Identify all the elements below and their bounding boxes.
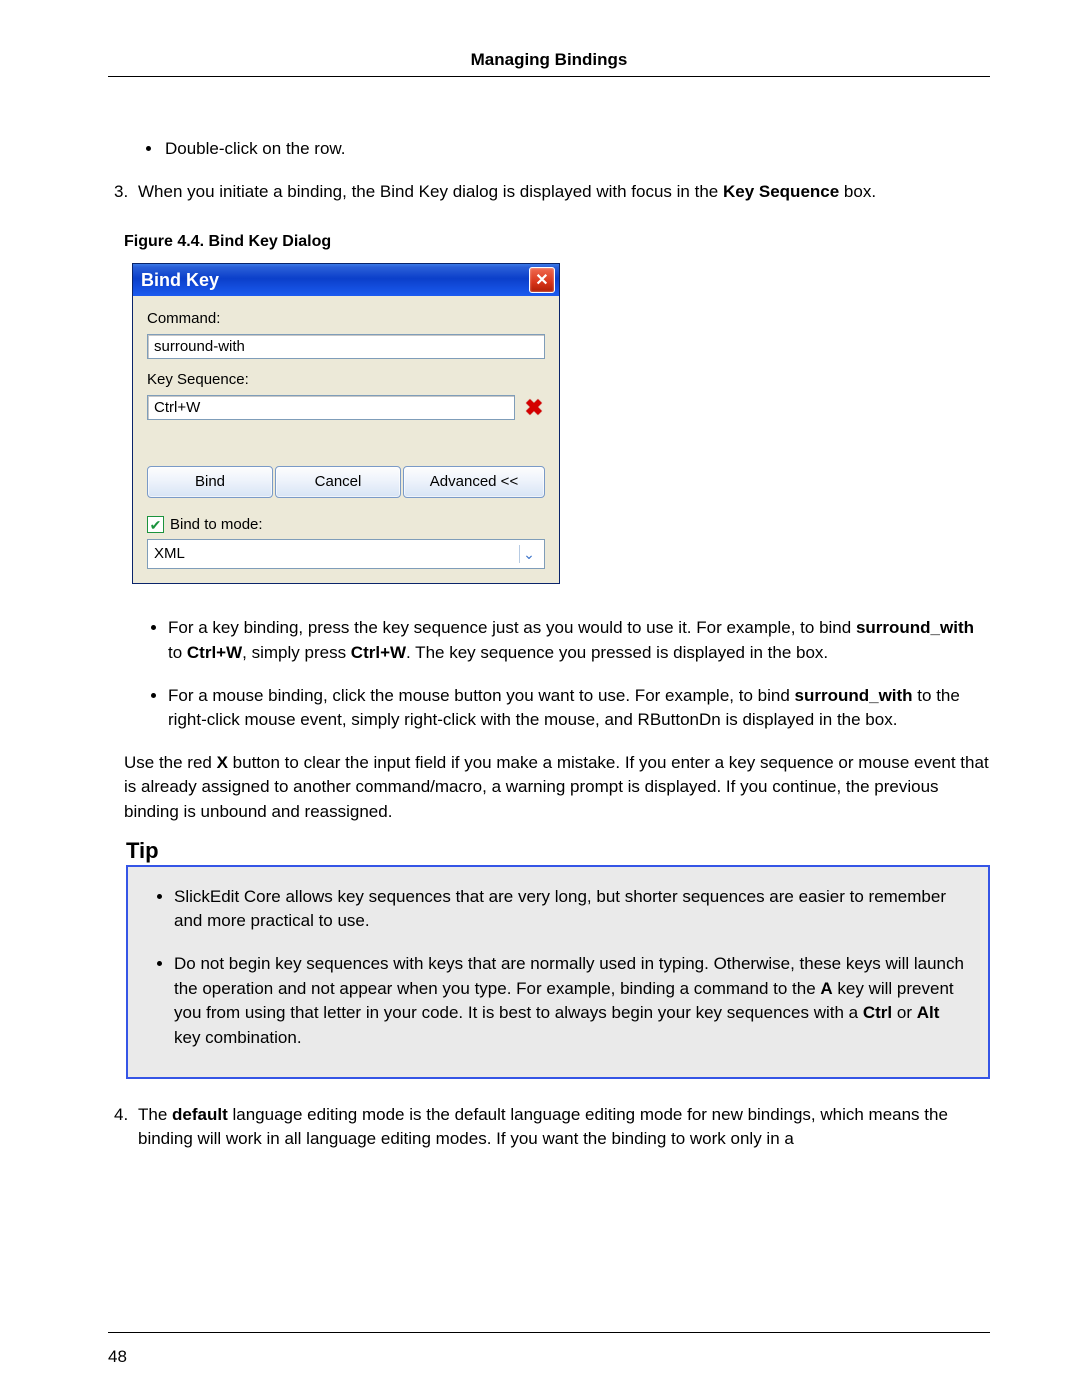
cancel-button[interactable]: Cancel [275, 466, 401, 498]
chevron-down-icon: ⌄ [519, 545, 538, 563]
dialog-body: Command: Key Sequence: ✖ Bind Cancel Adv… [133, 296, 559, 583]
step-text: The default language editing mode is the… [138, 1103, 990, 1152]
page-number: 48 [108, 1347, 127, 1367]
command-label: Command: [147, 308, 545, 330]
dialog-titlebar: Bind Key ✕ [133, 264, 559, 296]
list-item: Double-click on the row. [163, 137, 990, 162]
list-item: For a key binding, press the key sequenc… [168, 616, 990, 665]
bind-mode-label: Bind to mode: [170, 514, 263, 536]
keyseq-input[interactable] [147, 395, 515, 420]
red-x-paragraph: Use the red X button to clear the input … [108, 751, 990, 825]
bind-mode-select[interactable]: XML ⌄ [147, 539, 545, 569]
step-number: 4. [114, 1103, 132, 1152]
step-4: 4. The default language editing mode is … [108, 1103, 990, 1152]
top-bullet-list: Double-click on the row. [108, 137, 990, 162]
bind-key-dialog: Bind Key ✕ Command: Key Sequence: ✖ Bind [132, 263, 560, 584]
check-icon: ✔ [150, 518, 162, 532]
step-number: 3. [114, 180, 132, 205]
footer-rule [108, 1332, 990, 1333]
list-item: For a mouse binding, click the mouse but… [168, 684, 990, 733]
close-icon: ✕ [535, 269, 548, 292]
keyseq-label: Key Sequence: [147, 369, 545, 391]
command-input[interactable] [147, 334, 545, 359]
bind-button[interactable]: Bind [147, 466, 273, 498]
header-rule [108, 76, 990, 77]
after-figure-list: For a key binding, press the key sequenc… [108, 616, 990, 733]
page-header: Managing Bindings [108, 50, 990, 76]
step-3: 3. When you initiate a binding, the Bind… [108, 180, 990, 205]
content: Double-click on the row. 3. When you ini… [108, 137, 990, 1152]
clear-keyseq-button[interactable]: ✖ [523, 396, 545, 418]
x-icon: ✖ [525, 392, 543, 424]
list-item: SlickEdit Core allows key sequences that… [174, 885, 970, 934]
list-item: Do not begin key sequences with keys tha… [174, 952, 970, 1051]
step-text: When you initiate a binding, the Bind Ke… [138, 180, 876, 205]
advanced-button[interactable]: Advanced << [403, 466, 545, 498]
dialog-title: Bind Key [141, 267, 219, 293]
bind-mode-value: XML [154, 543, 185, 565]
bind-mode-checkbox[interactable]: ✔ [147, 516, 164, 533]
close-button[interactable]: ✕ [529, 267, 555, 293]
tip-box: SlickEdit Core allows key sequences that… [126, 865, 990, 1079]
figure-caption: Figure 4.4. Bind Key Dialog [124, 230, 990, 253]
tip-heading: Tip [122, 835, 163, 867]
